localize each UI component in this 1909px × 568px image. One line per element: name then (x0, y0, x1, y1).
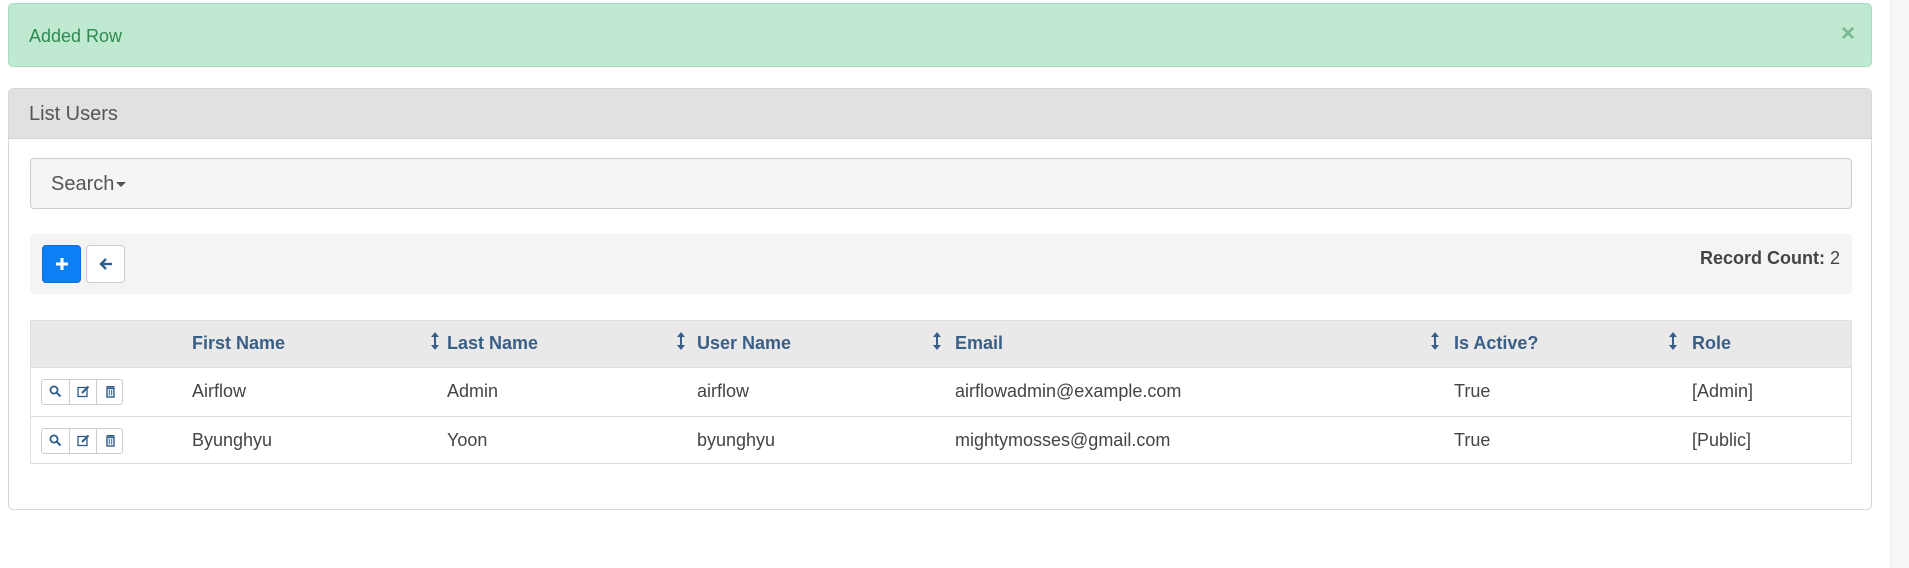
panel-title: List Users (29, 103, 118, 125)
cell-last-name: Admin (447, 381, 499, 401)
sort-icon[interactable] (1430, 331, 1440, 351)
trash-icon (106, 435, 115, 447)
column-header-first-name[interactable]: First Name (192, 333, 285, 354)
caret-down-icon (116, 182, 127, 188)
cell-last-name: Yoon (447, 430, 488, 450)
users-table: First Name Last Name User Name Email Is … (30, 320, 1852, 464)
row-actions (41, 428, 123, 454)
show-record-button[interactable] (42, 380, 69, 404)
search-filter: Search (30, 158, 1852, 209)
record-count-label: Record Count: (1699, 248, 1825, 268)
search-dropdown[interactable]: Search (51, 173, 127, 196)
column-header-role[interactable]: Role (1692, 333, 1731, 354)
cell-is-active: True (1454, 430, 1491, 450)
cell-role: [Admin] (1692, 381, 1754, 401)
record-count-value: 2 (1829, 248, 1840, 268)
cell-first-name: Byunghyu (192, 430, 273, 450)
show-record-button[interactable] (42, 429, 69, 453)
column-header-last-name[interactable]: Last Name (447, 333, 538, 354)
add-record-button[interactable] (42, 245, 81, 283)
sort-icon[interactable] (1668, 331, 1678, 351)
alert-success: Added Row × (8, 3, 1872, 67)
column-header-email[interactable]: Email (955, 333, 1003, 354)
row-actions (41, 379, 123, 405)
cell-is-active: True (1454, 381, 1491, 401)
table-header: First Name Last Name User Name Email Is … (31, 321, 1851, 368)
table-toolbar: Record Count: 2 (30, 234, 1852, 294)
panel-heading: List Users (9, 89, 1871, 139)
cell-user-name: byunghyu (697, 430, 776, 450)
cell-email: mightymosses@gmail.com (955, 430, 1171, 450)
delete-record-button[interactable] (96, 429, 124, 453)
edit-icon (77, 434, 90, 447)
search-icon (49, 434, 62, 447)
close-icon[interactable]: × (1841, 22, 1855, 46)
search-icon (49, 385, 62, 398)
column-header-is-active[interactable]: Is Active? (1454, 333, 1538, 354)
cell-first-name: Airflow (192, 381, 247, 401)
search-label: Search (51, 173, 115, 195)
record-count: Record Count: 2 (1700, 248, 1840, 269)
plus-icon (56, 258, 68, 270)
cell-user-name: airflow (697, 381, 750, 401)
cell-role: [Public] (1692, 430, 1752, 450)
cell-email: airflowadmin@example.com (955, 381, 1182, 401)
sort-icon[interactable] (932, 331, 942, 351)
sort-icon[interactable] (430, 331, 440, 351)
table-row: Airflow Admin airflow airflowadmin@examp… (31, 368, 1851, 417)
trash-icon (106, 386, 115, 398)
list-users-panel: List Users Search Record Count: 2 First … (8, 88, 1872, 510)
column-header-user-name[interactable]: User Name (697, 333, 791, 354)
edit-record-button[interactable] (69, 380, 97, 404)
back-button[interactable] (86, 245, 125, 283)
sort-icon[interactable] (676, 331, 686, 351)
alert-message: Added Row (29, 26, 123, 46)
delete-record-button[interactable] (96, 380, 124, 404)
edit-icon (77, 385, 90, 398)
arrow-left-icon (99, 258, 112, 270)
edit-record-button[interactable] (69, 429, 97, 453)
vertical-scrollbar[interactable] (1890, 0, 1909, 568)
table-row: Byunghyu Yoon byunghyu mightymosses@gmai… (31, 417, 1851, 465)
